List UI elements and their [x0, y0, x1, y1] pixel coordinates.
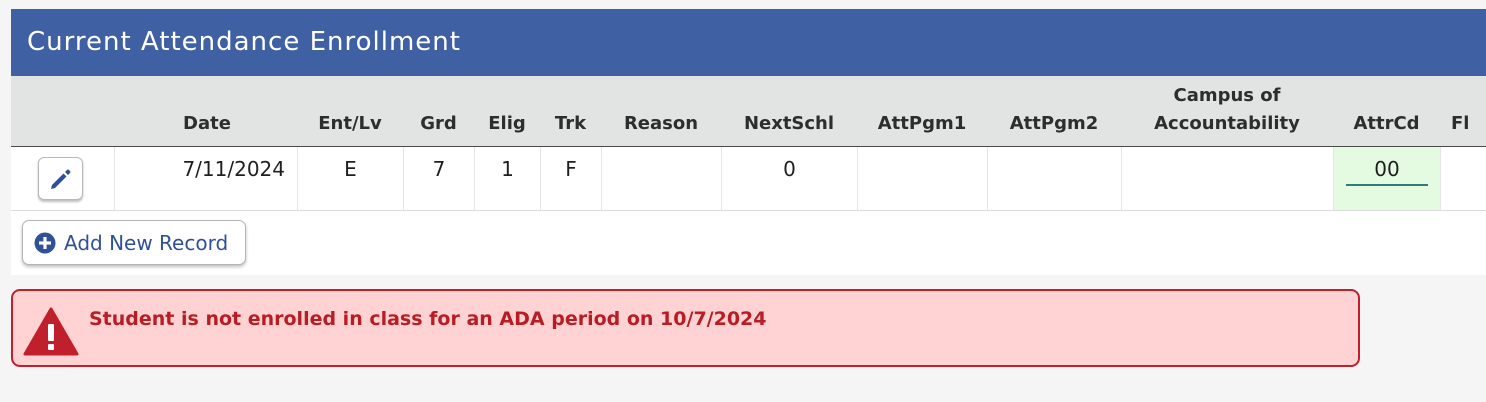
- cell-nextschl: 0: [721, 147, 857, 210]
- cell-attpgm2: [987, 147, 1121, 210]
- cell-elig: 1: [474, 147, 540, 210]
- cell-trk: F: [540, 147, 601, 210]
- attendance-enrollment-panel: Current Attendance Enrollment Date Ent/L…: [11, 9, 1486, 275]
- cell-attrcd[interactable]: 00: [1333, 147, 1440, 210]
- table-row: 7/11/2024 E 7 1 F 0 00: [11, 147, 1486, 211]
- cell-date: 7/11/2024: [114, 147, 297, 210]
- cell-ent-lv: E: [297, 147, 403, 210]
- warning-icon: [23, 307, 79, 356]
- column-header-campus-line1: Campus of: [1173, 85, 1281, 106]
- column-header-campus-line2: Accountability: [1154, 113, 1300, 134]
- column-header-trk[interactable]: Trk: [540, 110, 601, 138]
- cell-fl: [1440, 147, 1486, 210]
- error-alert: Student is not enrolled in class for an …: [11, 289, 1360, 367]
- cell-reason: [601, 147, 721, 210]
- column-header-attrcd[interactable]: AttrCd: [1333, 110, 1440, 138]
- add-new-record-label: Add New Record: [64, 230, 229, 255]
- plus-circle-icon: [34, 232, 56, 253]
- column-header-grd[interactable]: Grd: [403, 110, 474, 138]
- pencil-icon: [50, 169, 70, 189]
- column-header-attpgm1[interactable]: AttPgm1: [857, 110, 987, 138]
- add-new-record-button[interactable]: Add New Record: [22, 220, 246, 265]
- alert-message: Student is not enrolled in class for an …: [89, 308, 767, 330]
- column-header-fl[interactable]: Fl: [1443, 110, 1486, 138]
- cell-grd: 7: [403, 147, 474, 210]
- column-header-elig[interactable]: Elig: [474, 110, 540, 138]
- column-header-campus-of-accountability[interactable]: Campus of Accountability: [1121, 82, 1333, 138]
- edit-record-button[interactable]: [38, 157, 83, 200]
- column-header-date[interactable]: Date: [114, 110, 300, 138]
- column-header-nextschl[interactable]: NextSchl: [721, 110, 857, 138]
- cell-campus-of-accountability: [1121, 147, 1333, 210]
- table-header: Date Ent/Lv Grd Elig Trk Reason NextSchl…: [11, 76, 1486, 147]
- attrcd-value[interactable]: 00: [1346, 154, 1428, 186]
- panel-title: Current Attendance Enrollment: [11, 9, 1486, 76]
- cell-attpgm1: [857, 147, 987, 210]
- column-header-reason[interactable]: Reason: [601, 110, 721, 138]
- column-header-ent-lv[interactable]: Ent/Lv: [297, 110, 403, 138]
- column-header-attpgm2[interactable]: AttPgm2: [987, 110, 1121, 138]
